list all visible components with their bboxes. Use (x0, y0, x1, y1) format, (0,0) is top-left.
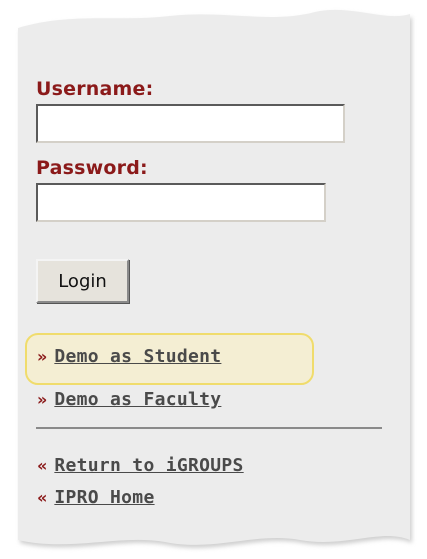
double-left-arrow-icon: « (37, 488, 48, 507)
demo-faculty-link[interactable]: » Demo as Faculty (37, 389, 221, 410)
login-button[interactable]: Login (36, 259, 129, 303)
demo-student-label: Demo as Student (54, 346, 222, 367)
password-label: Password: (36, 157, 148, 179)
demo-faculty-label: Demo as Faculty (54, 389, 222, 410)
double-right-arrow-icon: » (37, 347, 48, 366)
double-left-arrow-icon: « (37, 456, 48, 475)
password-input[interactable] (36, 183, 326, 222)
divider (36, 427, 382, 429)
return-igroups-label: Return to iGROUPS (54, 455, 244, 476)
return-igroups-link[interactable]: « Return to iGROUPS (37, 455, 244, 476)
double-right-arrow-icon: » (37, 390, 48, 409)
demo-student-link[interactable]: » Demo as Student (37, 346, 221, 367)
username-label: Username: (36, 78, 154, 100)
login-sidebar: Username: Password: Login » Demo as Stud… (0, 0, 427, 559)
username-input[interactable] (36, 104, 345, 143)
ipro-home-link[interactable]: « IPRO Home (37, 487, 155, 508)
ipro-home-label: IPRO Home (54, 487, 155, 508)
